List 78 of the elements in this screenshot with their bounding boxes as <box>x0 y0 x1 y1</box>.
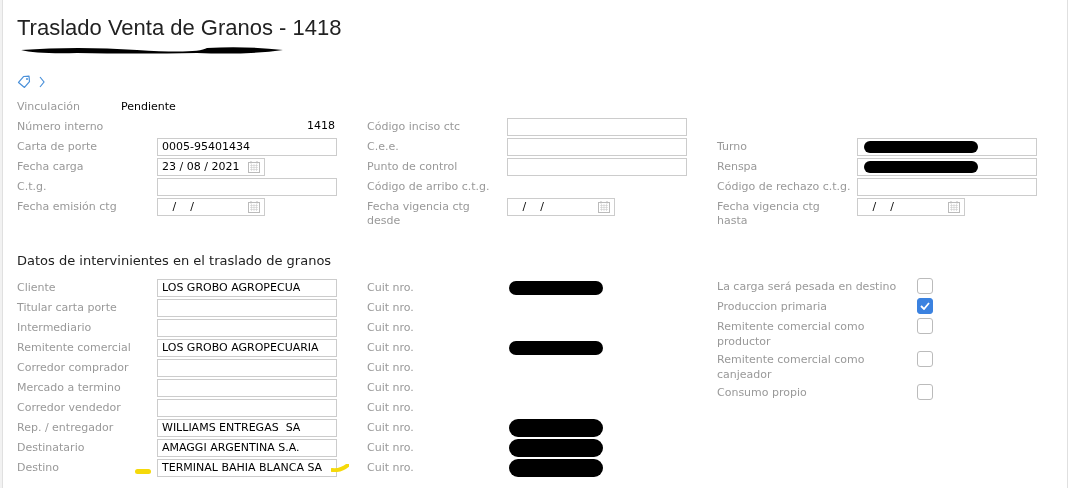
calendar-icon[interactable] <box>598 201 610 213</box>
input-field[interactable]: LOS GROBO AGROPECUARIA <box>157 339 337 357</box>
calendar-icon[interactable] <box>948 201 960 213</box>
field-label: Fecha carga <box>17 159 85 174</box>
date-field[interactable]: / / <box>157 198 265 216</box>
field-label: Código inciso ctc <box>367 119 462 134</box>
field-label: Vinculación <box>17 99 81 114</box>
field-label: Cuit nro. <box>367 299 415 316</box>
checkbox[interactable] <box>917 298 933 314</box>
field-label: Fecha emisión ctg <box>17 199 118 214</box>
checkbox[interactable] <box>917 351 933 367</box>
option-label: Remitente comercial como canjeador <box>717 352 866 382</box>
field-label: Remitente comercial <box>17 339 132 356</box>
input-field[interactable] <box>857 138 1037 156</box>
input-field[interactable] <box>507 138 687 156</box>
field-label: Cuit nro. <box>367 279 415 296</box>
page-title: Traslado Venta de Granos - 1418 <box>17 14 343 42</box>
field-label: Renspa <box>717 159 759 174</box>
field-label: Carta de porte <box>17 139 99 154</box>
input-field[interactable] <box>157 359 337 377</box>
input-field[interactable] <box>157 178 337 196</box>
field-label: Cuit nro. <box>367 319 415 336</box>
calendar-icon[interactable] <box>248 161 260 173</box>
checkbox[interactable] <box>917 278 933 294</box>
field-label: C.e.e. <box>367 139 400 154</box>
field-label: Fecha vigencia ctg hasta <box>717 199 821 228</box>
date-field[interactable]: / / <box>507 198 615 216</box>
field-label: Cuit nro. <box>367 439 415 456</box>
chevron-right-icon[interactable] <box>39 76 45 88</box>
input-field[interactable]: WILLIAMS ENTREGAS SA <box>157 419 337 437</box>
check-icon <box>920 302 930 310</box>
field-label: Fecha vigencia ctg desde <box>367 199 471 228</box>
field-label: Cuit nro. <box>367 359 415 376</box>
input-field[interactable]: 0005-95401434 <box>157 138 337 156</box>
input-field[interactable] <box>157 379 337 397</box>
input-field[interactable] <box>507 158 687 176</box>
status-value: Pendiente <box>121 99 176 115</box>
field-label: Cuit nro. <box>367 339 415 356</box>
input-field[interactable] <box>157 319 337 337</box>
checkbox[interactable] <box>917 318 933 334</box>
option-label: Remitente comercial como productor <box>717 319 866 349</box>
number-value: 1418 <box>306 118 336 134</box>
field-label: Cuit nro. <box>367 459 415 476</box>
input-field[interactable] <box>857 178 1037 196</box>
input-field[interactable]: AMAGGI ARGENTINA S.A. <box>157 439 337 457</box>
date-field[interactable]: 23 / 08 / 2021 <box>157 158 265 176</box>
field-label: Titular carta porte <box>17 299 118 316</box>
section-title: Datos de intervinientes en el traslado de granos <box>17 252 333 270</box>
input-field[interactable]: TERMINAL BAHIA BLANCA SA <box>157 459 337 477</box>
input-field[interactable] <box>507 118 687 136</box>
tag-icon[interactable] <box>17 75 31 89</box>
field-label: Intermediario <box>17 319 93 336</box>
field-label: Punto de control <box>367 159 459 174</box>
field-label: Código de arribo c.t.g. <box>367 179 491 194</box>
field-label: Cuit nro. <box>367 399 415 416</box>
field-label: Rep. / entregador <box>17 419 115 436</box>
input-field[interactable] <box>157 399 337 417</box>
field-label: Destinatario <box>17 439 86 456</box>
field-label: Destino <box>17 459 61 476</box>
field-label: Corredor vendedor <box>17 399 122 416</box>
date-field[interactable]: / / <box>857 198 965 216</box>
field-label: Turno <box>717 139 749 154</box>
calendar-icon[interactable] <box>248 201 260 213</box>
input-field[interactable] <box>857 158 1037 176</box>
field-label: Código de rechazo c.t.g. <box>717 179 852 194</box>
option-label: Produccion primaria <box>717 299 829 314</box>
field-label: Número interno <box>17 119 105 134</box>
field-label: Mercado a termino <box>17 379 122 396</box>
option-label: La carga será pesada en destino <box>717 279 898 294</box>
input-field[interactable] <box>157 299 337 317</box>
field-label: C.t.g. <box>17 179 48 194</box>
checkbox[interactable] <box>917 384 933 400</box>
option-label: Consumo propio <box>717 385 808 400</box>
field-label: Cuit nro. <box>367 379 415 396</box>
field-label: Corredor comprador <box>17 359 130 376</box>
field-label: Cuit nro. <box>367 419 415 436</box>
field-label: Cliente <box>17 279 57 296</box>
input-field[interactable]: LOS GROBO AGROPECUA <box>157 279 337 297</box>
